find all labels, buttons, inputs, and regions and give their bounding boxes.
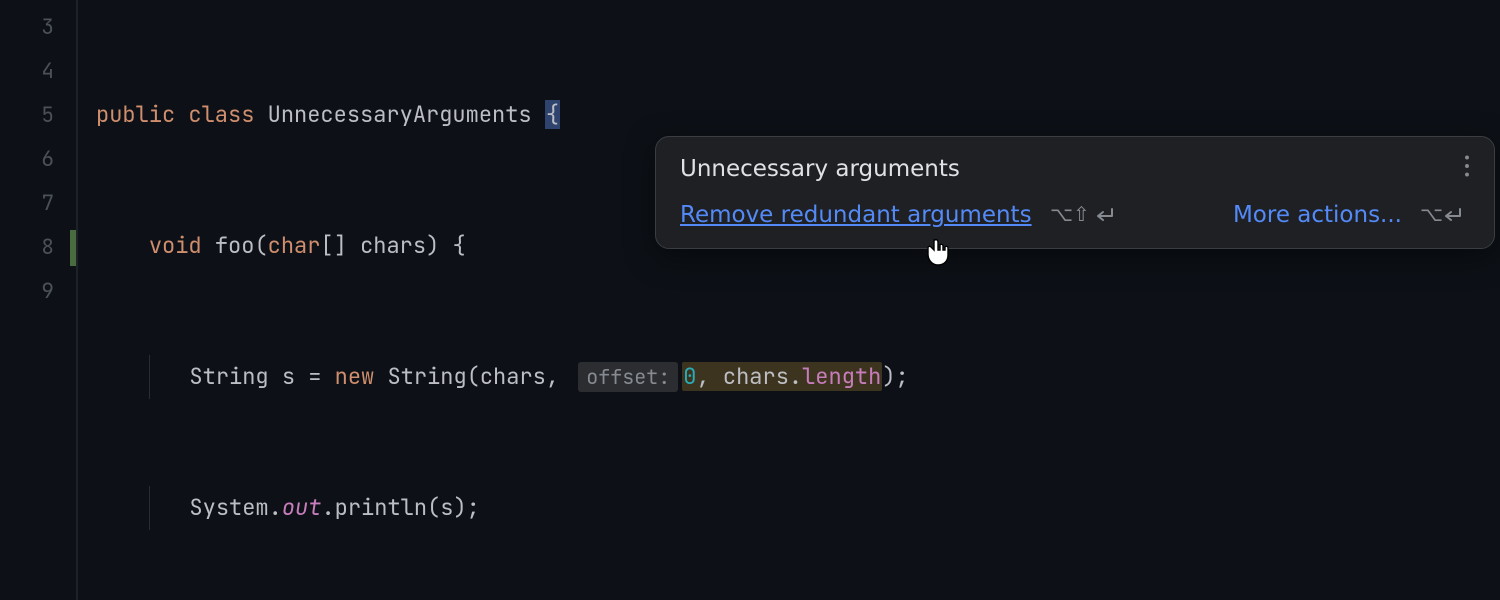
popup-actions: Remove redundant arguments ⌥⇧ More actio… bbox=[680, 202, 1470, 228]
line-number[interactable]: 8 bbox=[0, 226, 76, 270]
class-name: UnnecessaryArguments bbox=[268, 100, 532, 129]
keyword: class bbox=[188, 100, 254, 129]
popup-header: Unnecessary arguments bbox=[680, 155, 1470, 182]
svg-text:⌥: ⌥ bbox=[1420, 204, 1443, 226]
argument: chars bbox=[723, 362, 789, 391]
number-literal: 0 bbox=[683, 362, 696, 391]
method-name: foo bbox=[215, 231, 255, 260]
more-actions-link[interactable]: More actions... bbox=[1233, 202, 1402, 228]
code-line[interactable]: String s = new String(chars, offset:0, c… bbox=[96, 355, 1500, 399]
constructor: String bbox=[387, 362, 466, 391]
brace: { bbox=[545, 100, 560, 129]
argument: s bbox=[440, 493, 453, 522]
line-number[interactable]: 5 bbox=[0, 94, 76, 138]
shortcut-hint: ⌥ bbox=[1420, 204, 1470, 226]
line-number[interactable]: 9 bbox=[0, 270, 76, 314]
code-editor: 3 4 5 6 7 8 9 public class UnnecessaryAr… bbox=[0, 0, 1500, 600]
line-number[interactable]: 7 bbox=[0, 182, 76, 226]
keyword: new bbox=[335, 362, 375, 391]
field-ref: out bbox=[282, 493, 322, 522]
quick-fix-link[interactable]: Remove redundant arguments bbox=[680, 202, 1032, 228]
keyword: public bbox=[96, 100, 175, 129]
svg-text:⌥⇧: ⌥⇧ bbox=[1050, 204, 1090, 226]
keyword: char bbox=[268, 231, 321, 260]
code-line[interactable]: public class UnnecessaryArguments { bbox=[96, 93, 1500, 137]
shortcut-hint: ⌥⇧ bbox=[1050, 204, 1120, 226]
code-area[interactable]: public class UnnecessaryArguments { void… bbox=[78, 0, 1500, 600]
line-number[interactable]: 3 bbox=[0, 6, 76, 50]
keyword: void bbox=[149, 231, 202, 260]
inspection-popup: Unnecessary arguments Remove redundant a… bbox=[655, 136, 1495, 249]
parameter: chars bbox=[360, 231, 426, 260]
vcs-marker[interactable] bbox=[70, 230, 76, 266]
more-vert-icon[interactable] bbox=[1464, 155, 1470, 182]
gutter: 3 4 5 6 7 8 9 bbox=[0, 0, 78, 600]
type: String bbox=[189, 362, 268, 391]
line-number[interactable]: 4 bbox=[0, 50, 76, 94]
method-call: println bbox=[335, 493, 427, 522]
class-ref: System bbox=[189, 493, 268, 522]
argument: chars bbox=[480, 362, 546, 391]
inspection-title: Unnecessary arguments bbox=[680, 156, 960, 182]
parameter-hint: offset: bbox=[578, 362, 678, 392]
line-number[interactable]: 6 bbox=[0, 138, 76, 182]
field-access: length bbox=[802, 362, 881, 391]
variable: s bbox=[282, 362, 295, 391]
code-line[interactable]: System.out.println(s); bbox=[96, 486, 1500, 530]
